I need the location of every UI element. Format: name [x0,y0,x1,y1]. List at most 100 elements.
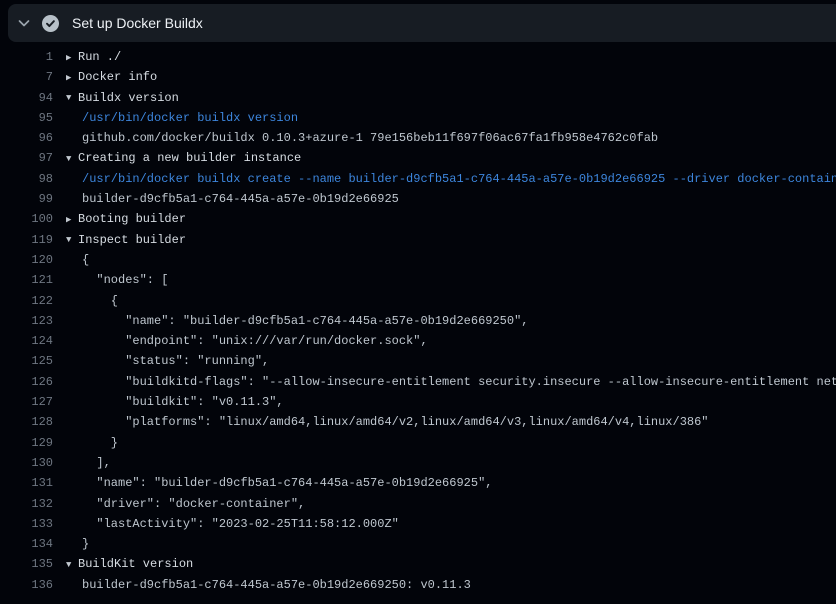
log-line: 124 "endpoint": "unix:///var/run/docker.… [0,331,836,351]
group-collapsed-icon[interactable]: ▶ [66,210,78,230]
log-output-text: ], [66,453,111,473]
log-line: 132 "driver": "docker-container", [0,494,836,514]
log-line: 96 github.com/docker/buildx 0.10.3+azure-… [0,128,836,148]
chevron-down-icon[interactable] [16,15,32,31]
group-expanded-icon[interactable]: ▼ [66,230,78,250]
log-line: 129 } [0,433,836,453]
log-group-header[interactable]: ▶Docker info [66,67,157,87]
log-output-text: github.com/docker/buildx 0.10.3+azure-1 … [66,128,658,148]
log-output-text: "name": "builder-d9cfb5a1-c764-445a-a57e… [66,311,528,331]
log-line: 125 "status": "running", [0,351,836,371]
line-number[interactable]: 123 [0,311,53,331]
log-group-header[interactable]: ▼Creating a new builder instance [66,148,301,168]
log-command-text: /usr/bin/docker buildx create --name bui… [66,169,836,189]
log-group-header[interactable]: ▼BuildKit version [66,554,193,574]
line-number[interactable]: 136 [0,575,53,595]
log-output-text: "driver": "docker-container", [66,494,305,514]
line-number[interactable]: 125 [0,351,53,371]
line-number[interactable]: 99 [0,189,53,209]
line-number[interactable]: 131 [0,473,53,493]
line-number[interactable]: 134 [0,534,53,554]
line-number[interactable]: 121 [0,270,53,290]
log-line: 7 ▶Docker info [0,67,836,87]
log-line: 121 "nodes": [ [0,270,836,290]
check-circle-icon [42,15,59,32]
line-number[interactable]: 1 [0,47,53,67]
log-line: 94 ▼Buildx version [0,88,836,108]
log-line: 131 "name": "builder-d9cfb5a1-c764-445a-… [0,473,836,493]
log-output-text: } [66,534,89,554]
log-line: 128 "platforms": "linux/amd64,linux/amd6… [0,412,836,432]
log-group-header[interactable]: ▼Inspect builder [66,230,186,250]
log-command-text: /usr/bin/docker buildx version [66,108,298,128]
log-output-text: { [66,250,89,270]
log-line: 120 { [0,250,836,270]
log-line: 134} [0,534,836,554]
log-output-text: { [66,291,118,311]
log-output-text: "platforms": "linux/amd64,linux/amd64/v2… [66,412,709,432]
line-number[interactable]: 132 [0,494,53,514]
line-number[interactable]: 94 [0,88,53,108]
log-line: 136 builder-d9cfb5a1-c764-445a-a57e-0b19d… [0,575,836,595]
log-output-text: builder-d9cfb5a1-c764-445a-a57e-0b19d2e6… [66,189,399,209]
line-number[interactable]: 128 [0,412,53,432]
log-output-text: "name": "builder-d9cfb5a1-c764-445a-a57e… [66,473,492,493]
group-collapsed-icon[interactable]: ▶ [66,48,78,68]
line-number[interactable]: 98 [0,169,53,189]
log-output-text: "nodes": [ [66,270,168,290]
log-group-header[interactable]: ▶Booting builder [66,209,186,229]
log-line: 1 ▶Run ./ [0,47,836,67]
line-number[interactable]: 129 [0,433,53,453]
log-output-text: "status": "running", [66,351,269,371]
group-expanded-icon[interactable]: ▼ [66,88,78,108]
group-expanded-icon[interactable]: ▼ [66,149,78,169]
step-header[interactable]: Set up Docker Buildx [8,4,836,42]
group-title[interactable]: Booting builder [78,212,186,226]
log-line: 127 "buildkit": "v0.11.3", [0,392,836,412]
log-group-header[interactable]: ▶Run ./ [66,47,121,67]
line-number[interactable]: 127 [0,392,53,412]
log-line: 97 ▼Creating a new builder instance [0,148,836,168]
log-line: 135 ▼BuildKit version [0,554,836,574]
log-line: 98/usr/bin/docker buildx create --name b… [0,169,836,189]
log-line: 130 ], [0,453,836,473]
line-number[interactable]: 130 [0,453,53,473]
line-number[interactable]: 133 [0,514,53,534]
line-number[interactable]: 97 [0,148,53,168]
log-output-text: "lastActivity": "2023-02-25T11:58:12.000… [66,514,399,534]
line-number[interactable]: 100 [0,209,53,229]
line-number[interactable]: 119 [0,230,53,250]
log-line: 133 "lastActivity": "2023-02-25T11:58:12… [0,514,836,534]
log-line: 100 ▶Booting builder [0,209,836,229]
log-output-text: } [66,433,118,453]
group-title[interactable]: Run ./ [78,50,121,64]
step-title: Set up Docker Buildx [72,15,203,31]
log-group-header[interactable]: ▼Buildx version [66,88,179,108]
line-number[interactable]: 95 [0,108,53,128]
log-line: 95/usr/bin/docker buildx version [0,108,836,128]
log-line: 99 builder-d9cfb5a1-c764-445a-a57e-0b19d2… [0,189,836,209]
group-title[interactable]: BuildKit version [78,557,193,571]
line-number[interactable]: 122 [0,291,53,311]
group-expanded-icon[interactable]: ▼ [66,555,78,575]
log-line: 122 { [0,291,836,311]
line-number[interactable]: 135 [0,554,53,574]
line-number[interactable]: 124 [0,331,53,351]
log-output-text: "buildkit": "v0.11.3", [66,392,284,412]
log-output-text: "buildkitd-flags": "--allow-insecure-ent… [66,372,836,392]
group-title[interactable]: Docker info [78,70,157,84]
log-line: 119 ▼Inspect builder [0,230,836,250]
log-output-text: "endpoint": "unix:///var/run/docker.sock… [66,331,428,351]
line-number[interactable]: 120 [0,250,53,270]
group-collapsed-icon[interactable]: ▶ [66,68,78,88]
line-number[interactable]: 96 [0,128,53,148]
group-title[interactable]: Buildx version [78,91,179,105]
log-line: 126 "buildkitd-flags": "--allow-insecure… [0,372,836,392]
line-number[interactable]: 7 [0,67,53,87]
group-title[interactable]: Creating a new builder instance [78,151,301,165]
line-number[interactable]: 126 [0,372,53,392]
log-output-text: builder-d9cfb5a1-c764-445a-a57e-0b19d2e6… [66,575,471,595]
log-viewer: 1▶Run ./7▶Docker info94▼Buildx version95… [0,47,836,604]
group-title[interactable]: Inspect builder [78,233,186,247]
log-line: 123 "name": "builder-d9cfb5a1-c764-445a-… [0,311,836,331]
